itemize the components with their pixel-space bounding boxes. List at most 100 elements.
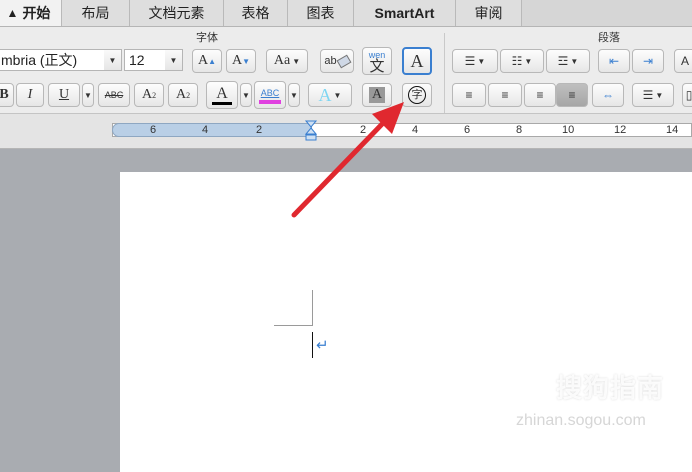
ruler-label: 6	[150, 124, 157, 136]
character-border-label: A	[410, 50, 424, 71]
align-right-icon: ≡	[536, 88, 544, 102]
underline-dropdown[interactable]: ▼	[82, 83, 94, 107]
ruler-label: 4	[412, 124, 419, 136]
grow-font-button[interactable]: A ▲	[192, 49, 222, 73]
chevron-down-icon: ▼	[292, 56, 301, 66]
subscript-2-icon: 2	[186, 90, 191, 100]
tab-tables-label: 表格	[241, 5, 270, 21]
tab-smartart[interactable]: SmartArt	[354, 0, 456, 26]
indent-marker-icon[interactable]	[305, 120, 317, 142]
ribbon-tabs: ▲ 开始 布局 文档元素 表格 图表 SmartArt 审阅	[0, 0, 692, 27]
italic-button[interactable]: I	[16, 83, 44, 107]
text-effects-button[interactable]: A ▼	[308, 83, 352, 107]
ruler-label: 2	[256, 124, 263, 136]
paragraph-group-label: 段落	[598, 32, 620, 44]
underline-button[interactable]: U	[48, 83, 80, 107]
italic-label: I	[27, 87, 33, 102]
tab-review[interactable]: 审阅	[456, 0, 522, 26]
font-name-field[interactable]: mbria (正文)	[0, 49, 118, 71]
ruler-bar: 6 4 2 2 4 6 8 10 12 14	[0, 114, 692, 149]
ruler-label: 6	[464, 124, 471, 136]
tab-layout[interactable]: 布局	[62, 0, 130, 26]
highlight-label: ABC	[260, 88, 280, 98]
bold-button[interactable]: B	[0, 83, 14, 107]
bullets-button[interactable]: ☰ ▼	[452, 49, 498, 73]
strikethrough-label: ABC	[104, 90, 124, 100]
bold-label: B	[0, 87, 9, 102]
watermark-brand: 搜狗指南	[556, 373, 665, 403]
font-size-field[interactable]: 12	[124, 49, 168, 71]
highlight-button[interactable]: ABC	[254, 81, 286, 109]
group-divider	[444, 33, 445, 113]
font-size-dropdown[interactable]: ▼	[165, 49, 183, 71]
chevron-down-icon: ▼	[570, 56, 579, 66]
justify-button[interactable]: ≡	[556, 83, 588, 107]
numbered-list-icon: ☷	[511, 54, 523, 68]
indent-icon: ⇥	[642, 54, 654, 68]
text-direction-icon: A	[680, 54, 689, 68]
align-right-button[interactable]: ≡	[524, 83, 556, 107]
ruler-label: 4	[202, 124, 209, 136]
ruler-left-margin	[112, 123, 312, 137]
tab-charts[interactable]: 图表	[288, 0, 354, 26]
watermark-url: zhinan.sogou.com	[516, 412, 646, 429]
shading-button[interactable]: ▯	[682, 83, 692, 107]
highlight-dropdown[interactable]: ▼	[288, 83, 300, 107]
text-effects-label: A	[318, 84, 332, 105]
align-center-icon: ≡	[501, 88, 509, 102]
tab-smartart-label: SmartArt	[374, 5, 435, 21]
distributed-icon: ⇔	[602, 88, 614, 102]
bullet-list-icon: ☰	[464, 54, 476, 68]
ruler-label: 10	[562, 124, 575, 136]
ruler-label: 2	[360, 124, 367, 136]
crop-mark	[274, 325, 313, 326]
shrink-font-button[interactable]: A ▼	[226, 49, 256, 73]
distributed-button[interactable]: ⇔	[592, 83, 624, 107]
multilevel-list-button[interactable]: ☲ ▼	[546, 49, 590, 73]
font-color-dropdown[interactable]: ▼	[240, 83, 252, 107]
subscript-button[interactable]: A2	[168, 83, 198, 107]
superscript-label: A	[141, 87, 153, 102]
chevron-down-icon: ▼	[333, 90, 342, 100]
increase-indent-button[interactable]: ⇥	[632, 49, 664, 73]
clear-formatting-button[interactable]: ab	[320, 49, 354, 73]
character-shading-button[interactable]: A	[362, 83, 392, 107]
chevron-down-icon: ▼	[84, 90, 92, 100]
tab-document-elements-label: 文档元素	[148, 5, 205, 21]
justify-icon: ≡	[568, 88, 576, 102]
superscript-button[interactable]: A2	[134, 83, 164, 107]
change-case-button[interactable]: Aa ▼	[266, 49, 308, 73]
font-name-dropdown[interactable]: ▼	[104, 49, 122, 71]
font-group-label: 字体	[196, 32, 218, 44]
tab-review-label: 审阅	[474, 5, 503, 21]
superscript-2-icon: 2	[152, 90, 157, 100]
character-shading-label: A	[368, 87, 386, 103]
tab-home[interactable]: ▲ 开始	[0, 0, 62, 26]
crop-mark	[312, 290, 313, 326]
tab-document-elements[interactable]: 文档元素	[130, 0, 224, 26]
tab-layout-label: 布局	[81, 5, 110, 21]
text-direction-button[interactable]: A	[674, 49, 692, 73]
font-color-button[interactable]: A	[206, 81, 238, 109]
phonetic-guide-button[interactable]: wen 文	[362, 47, 392, 75]
ribbon: 字体 段落 mbria (正文) ▼ 12 ▼ A ▲ A ▼ Aa ▼ ab wen…	[0, 27, 692, 114]
enclose-characters-button[interactable]: 字	[402, 83, 432, 107]
line-spacing-button[interactable]: ☰ ▼	[632, 83, 674, 107]
align-center-button[interactable]: ≡	[488, 83, 522, 107]
font-color-label: A	[216, 84, 228, 102]
tab-charts-label: 图表	[306, 5, 335, 21]
tab-tables[interactable]: 表格	[224, 0, 288, 26]
subscript-label: A	[175, 87, 187, 102]
change-case-label: Aa	[273, 53, 291, 68]
phonetic-bottom-label: 文	[369, 58, 385, 75]
grow-font-label: A	[197, 53, 209, 68]
arrow-down-icon: ▼	[242, 56, 251, 66]
strikethrough-button[interactable]: ABC	[98, 83, 130, 107]
shading-icon: ▯	[685, 88, 692, 102]
decrease-indent-button[interactable]: ⇤	[598, 49, 630, 73]
align-left-button[interactable]: ≡	[452, 83, 486, 107]
numbering-button[interactable]: ☷ ▼	[500, 49, 544, 73]
arrow-up-icon: ▲	[208, 56, 217, 66]
chevron-down-icon: ▼	[242, 90, 250, 100]
character-border-button[interactable]: A	[402, 47, 432, 75]
